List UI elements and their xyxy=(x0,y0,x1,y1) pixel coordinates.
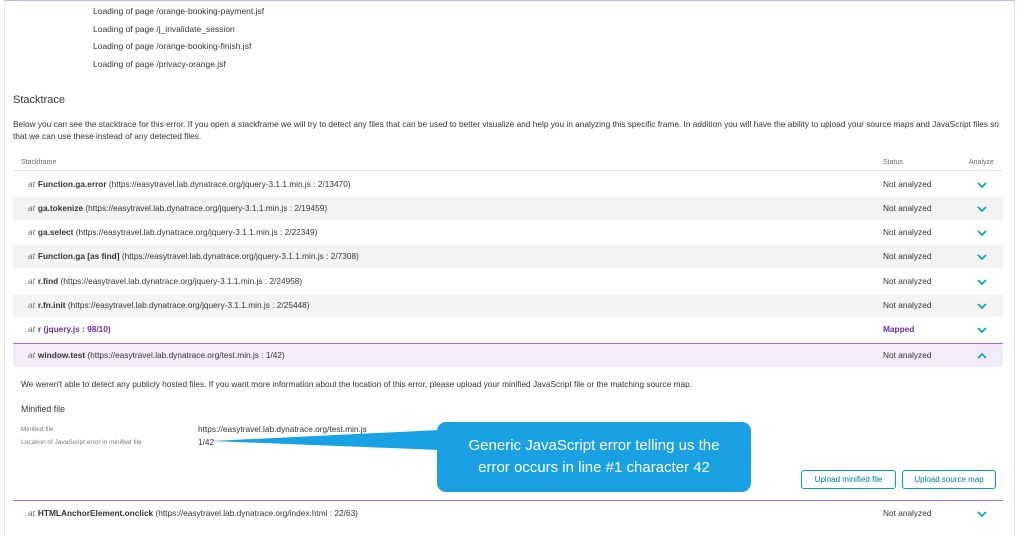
callout-line-2: error occurs in line #1 character 42 xyxy=(478,459,710,476)
callout-line-1: Generic JavaScript error telling us the xyxy=(468,437,720,454)
annotation-callout: Generic JavaScript error telling us the … xyxy=(437,422,751,492)
